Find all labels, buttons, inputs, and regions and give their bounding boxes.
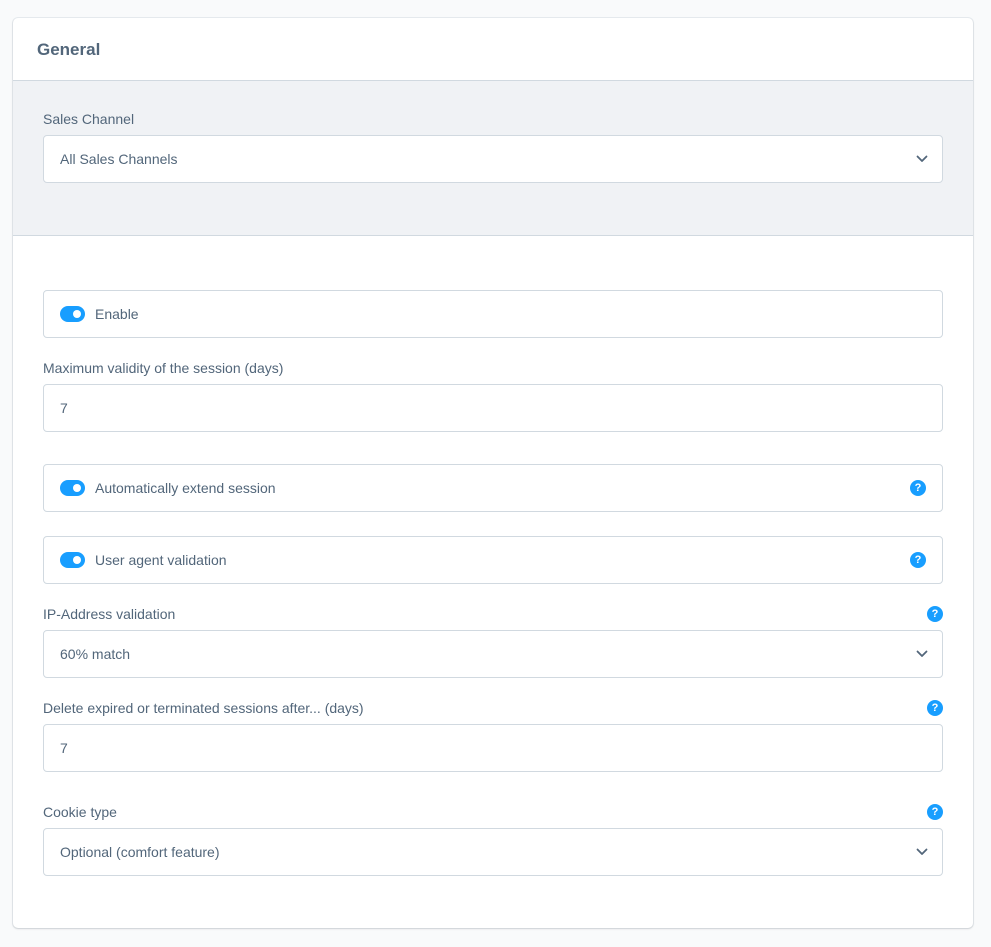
cookie-type-label: Cookie type — [43, 804, 117, 820]
help-circle-icon[interactable]: ? — [927, 804, 943, 820]
user-agent-label: User agent validation — [95, 552, 227, 568]
ip-validation-select[interactable]: 60% match — [43, 630, 943, 678]
ip-validation-label: IP-Address validation — [43, 606, 176, 622]
max-validity-input[interactable]: 7 — [43, 384, 943, 432]
sales-channel-value: All Sales Channels — [60, 151, 178, 167]
auto-extend-toggle[interactable] — [60, 480, 85, 496]
general-card: General Sales Channel All Sales Channels… — [13, 18, 973, 928]
delete-after-input[interactable]: 7 — [43, 724, 943, 772]
ip-validation-value: 60% match — [60, 646, 131, 662]
help-circle-icon[interactable]: ? — [910, 480, 926, 496]
enable-switch-field[interactable]: Enable — [43, 290, 943, 338]
auto-extend-switch-field[interactable]: Automatically extend session ? — [43, 464, 943, 512]
sales-channel-section: Sales Channel All Sales Channels — [13, 81, 973, 236]
help-circle-icon[interactable]: ? — [910, 552, 926, 568]
enable-toggle[interactable] — [60, 306, 85, 322]
max-validity-label: Maximum validity of the session (days) — [43, 360, 284, 376]
sales-channel-select[interactable]: All Sales Channels — [43, 135, 943, 183]
chevron-down-icon — [902, 631, 942, 677]
auto-extend-label: Automatically extend session — [95, 480, 276, 496]
chevron-down-icon — [902, 829, 942, 875]
user-agent-toggle[interactable] — [60, 552, 85, 568]
user-agent-switch-field[interactable]: User agent validation ? — [43, 536, 943, 584]
chevron-down-icon — [902, 136, 942, 182]
help-circle-icon[interactable]: ? — [927, 606, 943, 622]
card-title: General — [37, 39, 101, 59]
card-header: General — [13, 18, 973, 81]
delete-after-value: 7 — [60, 740, 68, 756]
cookie-type-select[interactable]: Optional (comfort feature) — [43, 828, 943, 876]
session-settings-section: Enable Maximum validity of the session (… — [13, 236, 973, 927]
cookie-type-value: Optional (comfort feature) — [60, 844, 220, 860]
max-validity-value: 7 — [60, 400, 68, 416]
enable-label: Enable — [95, 306, 139, 322]
help-circle-icon[interactable]: ? — [927, 700, 943, 716]
sales-channel-label: Sales Channel — [43, 111, 135, 127]
delete-after-label: Delete expired or terminated sessions af… — [43, 700, 364, 716]
